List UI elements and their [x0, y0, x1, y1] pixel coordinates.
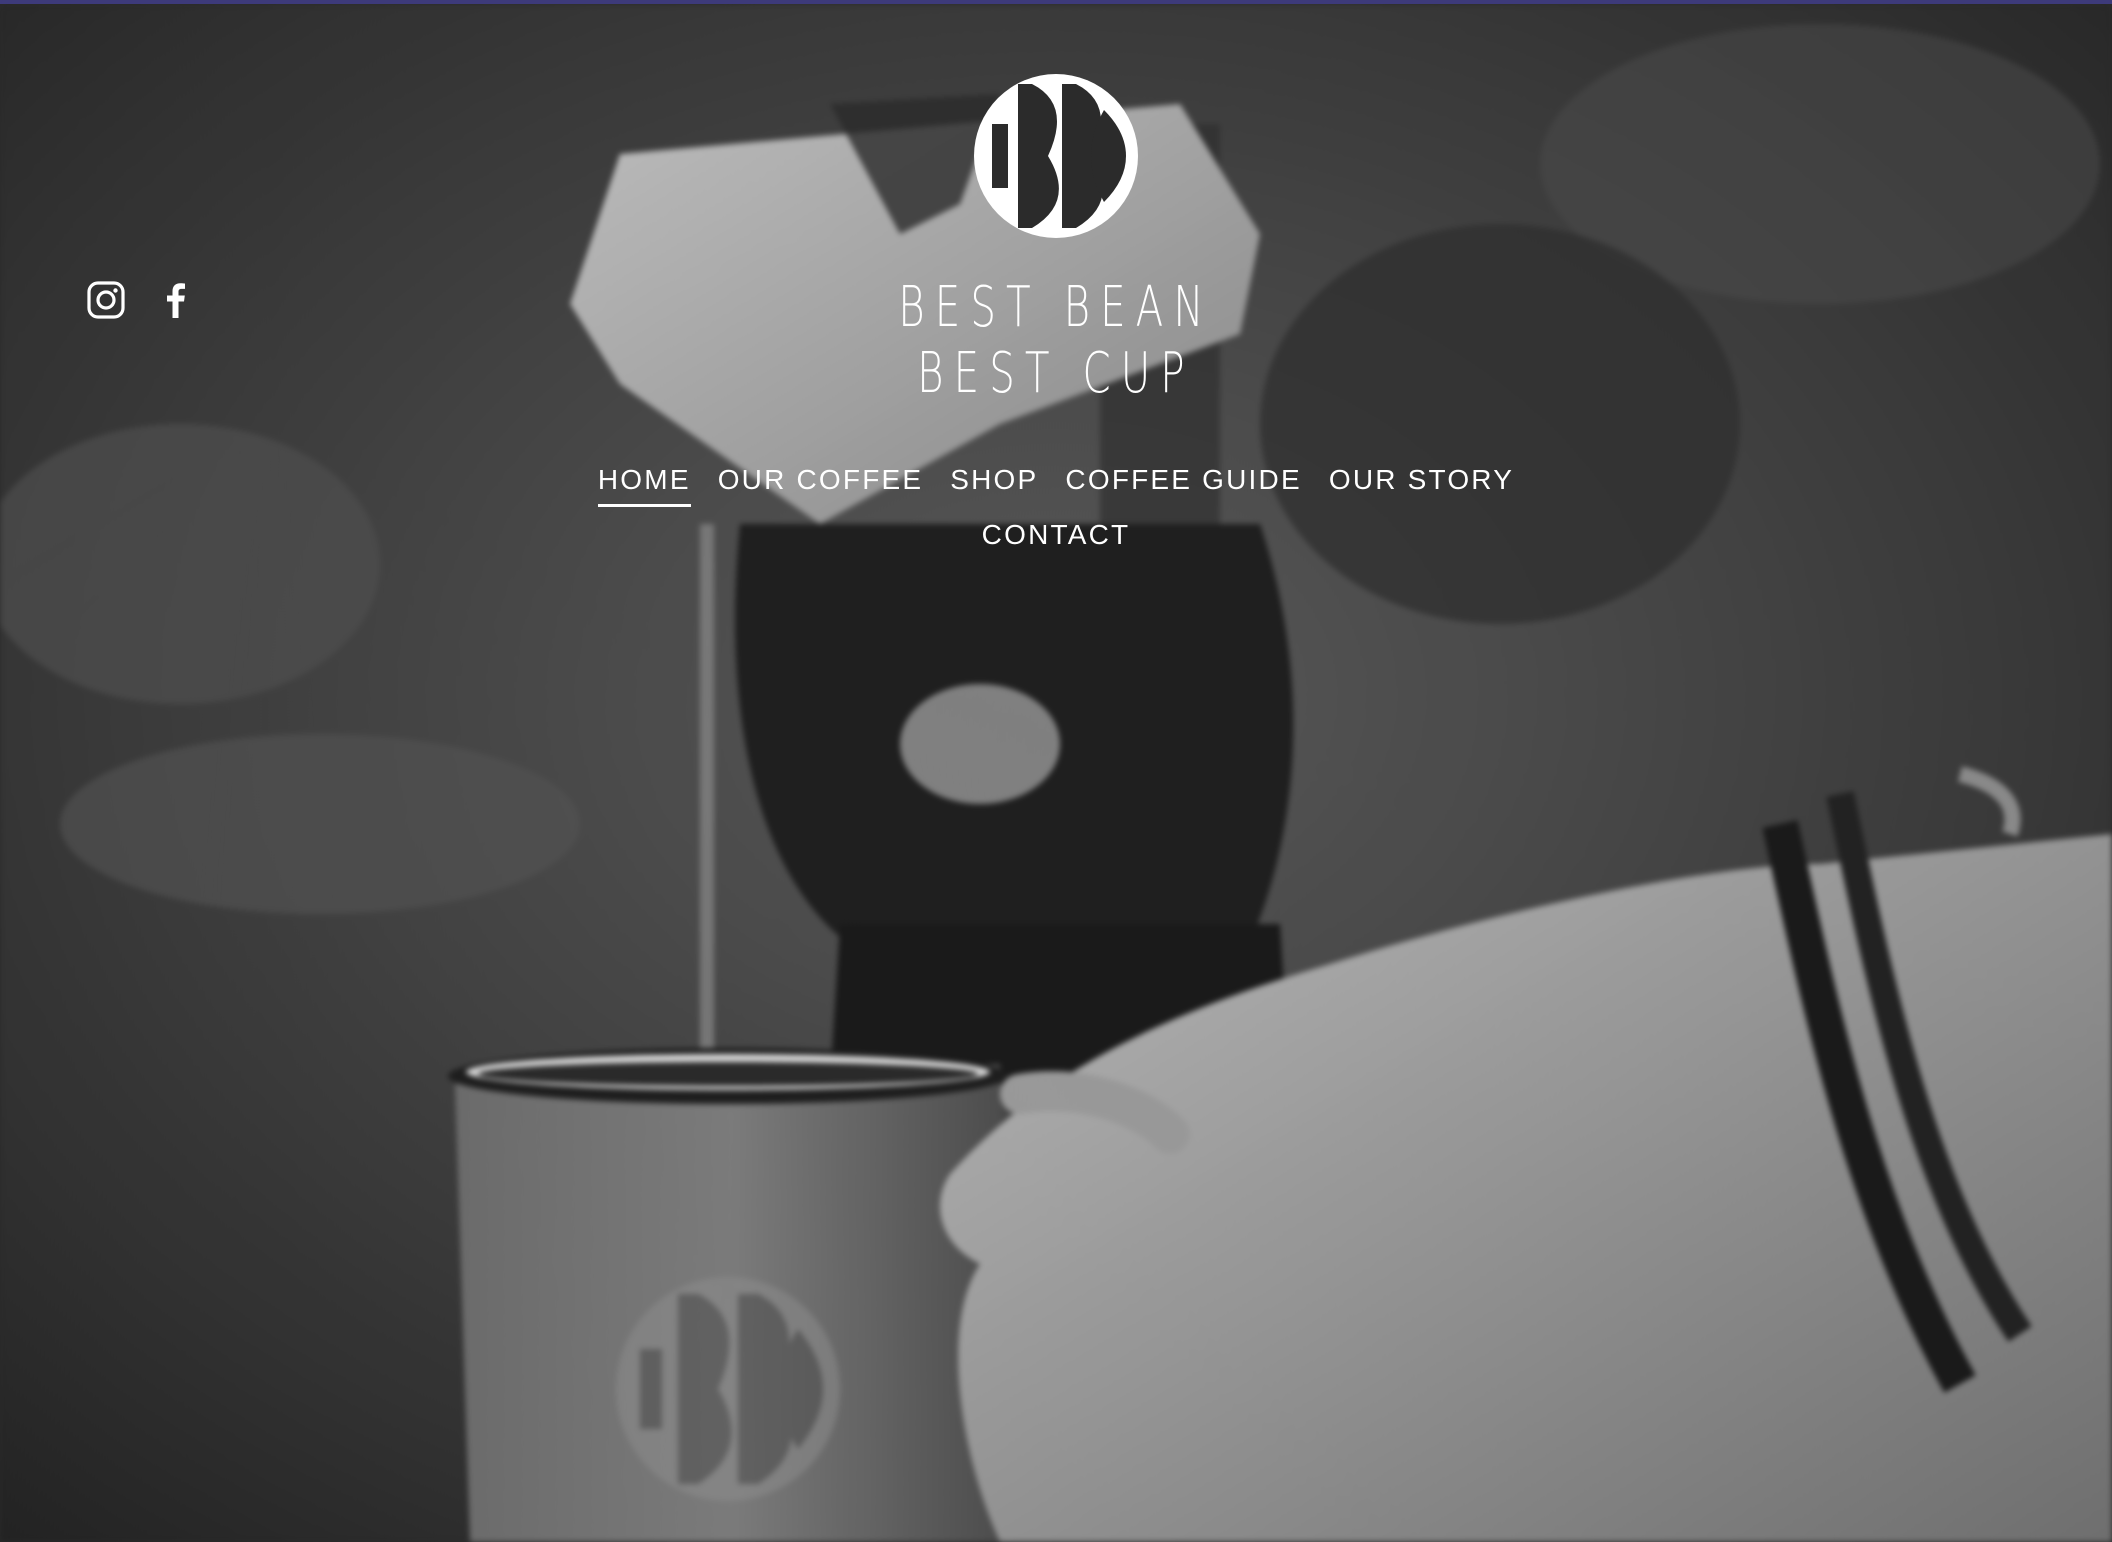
main-navigation: HOME OUR COFFEE SHOP COFFEE GUIDE OUR ST…: [0, 462, 2112, 559]
brand-line-2: BEST CUP: [917, 341, 1195, 406]
brand-wordmark: BEST BEAN BEST CUP: [898, 275, 1213, 407]
site-logo: BEST BEAN BEST CUP: [0, 70, 2112, 407]
nav-shop[interactable]: SHOP: [950, 462, 1038, 507]
page: BEST BEAN BEST CUP HOME OUR COFFEE SHOP …: [0, 0, 2112, 1542]
nav-coffee-guide[interactable]: COFFEE GUIDE: [1065, 462, 1301, 507]
nav-contact[interactable]: CONTACT: [982, 517, 1131, 559]
nav-row-2: CONTACT: [982, 517, 1131, 559]
nav-home[interactable]: HOME: [597, 462, 691, 507]
top-accent-bar: [0, 0, 2112, 4]
nav-our-story[interactable]: OUR STORY: [1329, 462, 1514, 507]
home-logo-link[interactable]: BEST BEAN BEST CUP: [837, 70, 1275, 407]
nav-row-1: HOME OUR COFFEE SHOP COFFEE GUIDE OUR ST…: [597, 462, 1514, 507]
nav-our-coffee[interactable]: OUR COFFEE: [718, 462, 924, 507]
brand-line-1: BEST BEAN: [898, 275, 1214, 340]
